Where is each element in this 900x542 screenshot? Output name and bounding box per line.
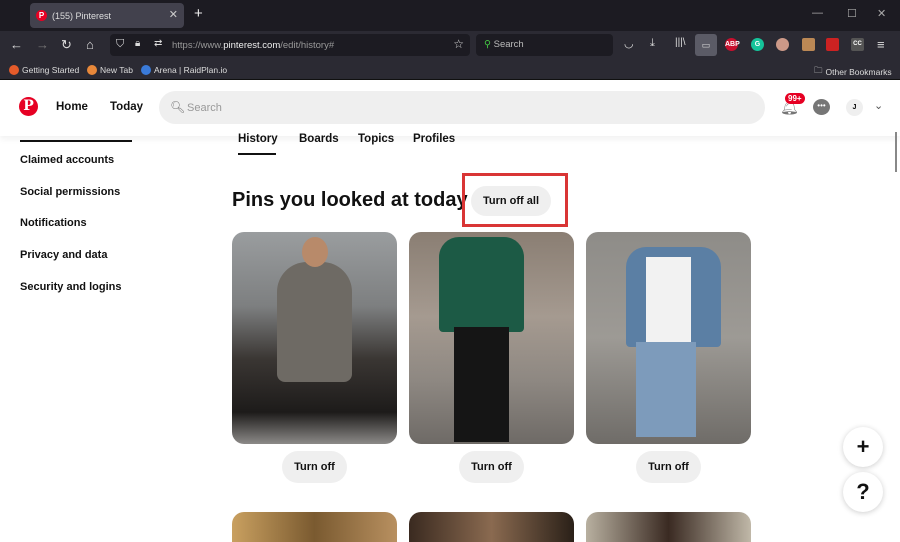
search-placeholder: Search bbox=[493, 39, 524, 50]
pocket-icon[interactable]: ◡ bbox=[624, 37, 634, 50]
url-path: /edit/history# bbox=[280, 40, 335, 51]
tab-topics[interactable]: Topics bbox=[358, 133, 394, 145]
cc-icon[interactable]: CC bbox=[851, 38, 864, 51]
other-bookmarks[interactable]: 🗀 Other Bookmarks bbox=[814, 65, 892, 79]
url-bar[interactable]: ⛉ 🔒︎ ⇄ https://www.pinterest.com/edit/hi… bbox=[110, 34, 470, 56]
bookmark-arena[interactable]: Arena | RaidPlan.io bbox=[141, 65, 227, 75]
sidebar-item-security-and-logins[interactable]: Security and logins bbox=[20, 281, 121, 293]
grammarly-icon[interactable]: G bbox=[751, 38, 764, 51]
back-icon[interactable]: ← bbox=[10, 37, 23, 52]
help-button[interactable]: ? bbox=[843, 472, 883, 512]
url-domain: pinterest.com bbox=[223, 40, 281, 51]
bookmark-getting-started[interactable]: Getting Started bbox=[9, 65, 79, 75]
forward-icon[interactable]: → bbox=[36, 37, 49, 52]
extension-icon[interactable] bbox=[776, 38, 789, 51]
close-tab-icon[interactable]: ✕ bbox=[169, 8, 178, 21]
turn-off-button[interactable]: Turn off bbox=[282, 451, 347, 483]
search-icon: 🔍︎ bbox=[170, 100, 186, 114]
reader-view-icon[interactable]: ▭ bbox=[695, 34, 717, 56]
avatar[interactable]: J bbox=[846, 99, 863, 116]
turn-off-all-button[interactable]: Turn off all bbox=[471, 186, 551, 216]
library-icon[interactable]: |||\ bbox=[675, 37, 686, 48]
close-window-icon[interactable]: ✕ bbox=[877, 7, 886, 20]
sidebar-item-claimed-accounts[interactable]: Claimed accounts bbox=[20, 154, 114, 166]
new-tab-icon[interactable]: + bbox=[194, 5, 203, 22]
home-icon[interactable]: ⌂ bbox=[86, 37, 94, 52]
menu-icon[interactable]: ≡ bbox=[877, 37, 885, 52]
pinterest-logo[interactable]: P bbox=[19, 97, 38, 116]
nav-today[interactable]: Today bbox=[110, 101, 143, 113]
reload-icon[interactable]: ↻ bbox=[61, 37, 72, 53]
bookmarks-bar: Getting Started New Tab Arena | RaidPlan… bbox=[0, 60, 900, 80]
scrollbar[interactable] bbox=[895, 132, 897, 172]
nav-home[interactable]: Home bbox=[56, 101, 88, 113]
maximize-icon[interactable]: ☐ bbox=[847, 7, 857, 20]
tab-profiles[interactable]: Profiles bbox=[413, 133, 455, 145]
url-prefix: https://www. bbox=[172, 40, 224, 51]
notification-badge: 99+ bbox=[785, 93, 805, 104]
folder-icon: 🗀 bbox=[814, 65, 823, 75]
pinterest-favicon: P bbox=[36, 10, 47, 21]
add-button[interactable]: + bbox=[843, 427, 883, 467]
chevron-down-icon[interactable]: ⌄ bbox=[874, 99, 883, 112]
bookmark-label: Arena | RaidPlan.io bbox=[154, 65, 228, 75]
search-icon: ⚲ bbox=[484, 39, 494, 50]
pin-image[interactable] bbox=[586, 512, 751, 542]
search-placeholder: Search bbox=[187, 102, 222, 114]
download-icon[interactable]: ⤓ bbox=[650, 37, 655, 50]
pin-image[interactable] bbox=[409, 512, 574, 542]
browser-tab-bar: P (155) Pinterest ✕ + — ☐ ✕ bbox=[0, 0, 900, 31]
bookmark-star-icon[interactable]: ☆ bbox=[453, 37, 464, 51]
extension-icon[interactable] bbox=[802, 38, 815, 51]
pin-image[interactable] bbox=[409, 232, 574, 444]
tab-boards[interactable]: Boards bbox=[299, 133, 339, 145]
sidebar-item-social-permissions[interactable]: Social permissions bbox=[20, 186, 120, 198]
pinterest-header: P Home Today 🔍︎ Search 🔔︎ 99+ ••• J ⌄ bbox=[0, 80, 900, 136]
sidebar-item-privacy-and-data[interactable]: Privacy and data bbox=[20, 249, 107, 261]
turn-off-button[interactable]: Turn off bbox=[636, 451, 701, 483]
pin-image[interactable] bbox=[232, 512, 397, 542]
permissions-icon[interactable]: ⇄ bbox=[154, 38, 162, 49]
page-heading: Pins you looked at today bbox=[232, 189, 468, 211]
lock-icon[interactable]: 🔒︎ bbox=[135, 38, 140, 49]
sidebar-divider bbox=[20, 140, 132, 142]
shield-icon[interactable]: ⛉ bbox=[116, 38, 124, 51]
tab-title: (155) Pinterest bbox=[52, 10, 112, 21]
minimize-icon[interactable]: — bbox=[812, 7, 823, 19]
bookmark-label: Getting Started bbox=[22, 65, 80, 75]
adblock-plus-icon[interactable]: ABP bbox=[725, 38, 740, 51]
sidebar-item-notifications[interactable]: Notifications bbox=[20, 217, 87, 229]
tab-history[interactable]: History bbox=[238, 133, 278, 145]
pin-image[interactable] bbox=[232, 232, 397, 444]
messages-icon[interactable]: ••• bbox=[813, 99, 830, 115]
bookmark-label: New Tab bbox=[100, 65, 133, 75]
turn-off-button[interactable]: Turn off bbox=[459, 451, 524, 483]
bookmark-label: Other Bookmarks bbox=[825, 67, 892, 77]
browser-nav-bar: ← → ↻ ⌂ ⛉ 🔒︎ ⇄ https://www.pinterest.com… bbox=[0, 31, 900, 60]
pin-image[interactable] bbox=[586, 232, 751, 444]
browser-tab[interactable]: P (155) Pinterest ✕ bbox=[30, 3, 184, 28]
browser-search-input[interactable]: ⚲ Search bbox=[476, 34, 613, 56]
extension-icon[interactable] bbox=[826, 38, 839, 51]
active-tab-underline bbox=[238, 153, 276, 155]
bookmark-new-tab[interactable]: New Tab bbox=[87, 65, 133, 75]
search-input[interactable]: 🔍︎ Search bbox=[159, 91, 765, 124]
